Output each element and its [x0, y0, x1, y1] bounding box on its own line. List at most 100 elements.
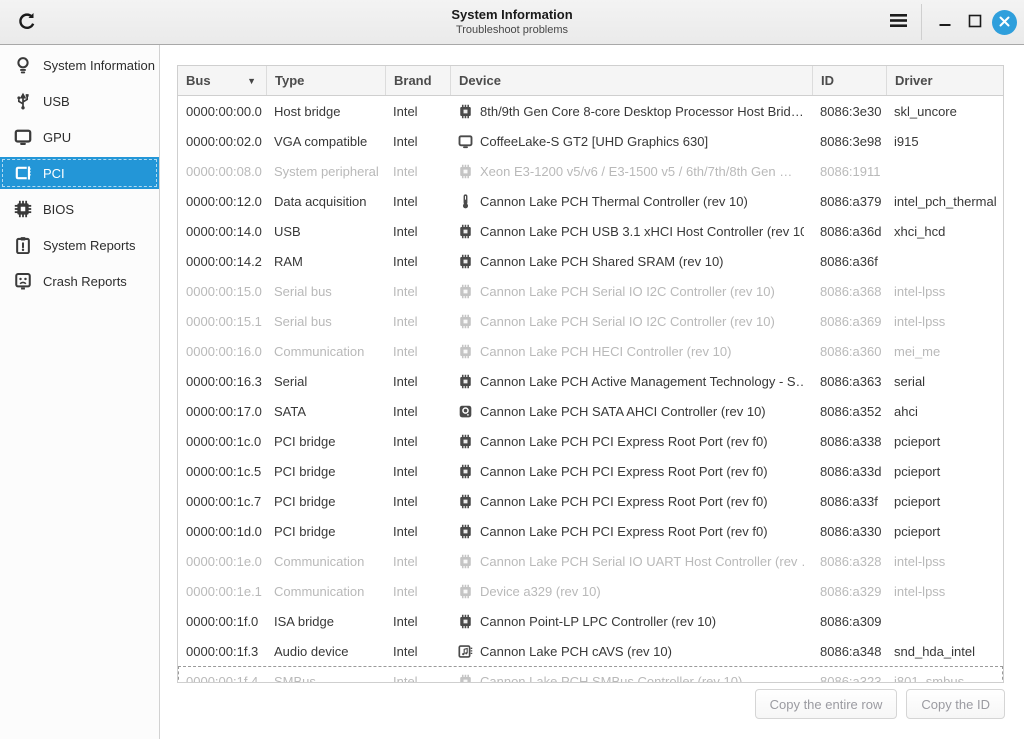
- chip-icon: [458, 434, 473, 449]
- column-header-brand[interactable]: Brand: [385, 66, 450, 95]
- main-panel: Bus▼TypeBrandDevice ID Driver 0000:00:00.0…: [160, 45, 1024, 739]
- sidebar-item-gpu[interactable]: GPU: [0, 121, 159, 153]
- cell-id: 8086:a369: [812, 314, 886, 329]
- table-row[interactable]: 0000:00:15.1Serial busIntelCannon Lake P…: [178, 306, 1003, 336]
- device-name: Cannon Lake PCH Thermal Controller (rev …: [480, 194, 748, 209]
- cell-id: 8086:a363: [812, 374, 886, 389]
- cell-type: Data acquisition: [266, 194, 385, 209]
- table-row[interactable]: 0000:00:1f.0ISA bridgeIntelCannon Point-…: [178, 606, 1003, 636]
- table-row[interactable]: 0000:00:16.0CommunicationIntelCannon Lak…: [178, 336, 1003, 366]
- cell-device: Cannon Lake PCH Active Management Techno…: [450, 374, 812, 389]
- cell-type: Host bridge: [266, 104, 385, 119]
- table-row[interactable]: 0000:00:1c.0PCI bridgeIntelCannon Lake P…: [178, 426, 1003, 456]
- cell-device: CoffeeLake-S GT2 [UHD Graphics 630]: [450, 134, 812, 149]
- sidebar-item-pci[interactable]: PCI: [0, 157, 159, 189]
- column-header-id[interactable]: ID: [812, 66, 886, 95]
- column-header-type[interactable]: Type: [266, 66, 385, 95]
- column-header-device[interactable]: Device: [450, 66, 812, 95]
- hamburger-menu-icon: [889, 13, 908, 31]
- table-row[interactable]: 0000:00:1c.7PCI bridgeIntelCannon Lake P…: [178, 486, 1003, 516]
- cell-brand: Intel: [385, 524, 450, 539]
- table-row[interactable]: 0000:00:16.3SerialIntelCannon Lake PCH A…: [178, 366, 1003, 396]
- chip-icon: [458, 314, 473, 329]
- cell-device: Cannon Lake PCH Shared SRAM (rev 10): [450, 254, 812, 269]
- table-row[interactable]: 0000:00:1c.5PCI bridgeIntelCannon Lake P…: [178, 456, 1003, 486]
- table-row[interactable]: 0000:00:1f.3Audio deviceIntelCannon Lake…: [178, 636, 1003, 666]
- audio-card-icon: [458, 644, 473, 659]
- chip-icon: [458, 164, 473, 179]
- minimize-button[interactable]: [932, 9, 958, 35]
- table-row[interactable]: 0000:00:1d.0PCI bridgeIntelCannon Lake P…: [178, 516, 1003, 546]
- cell-brand: Intel: [385, 464, 450, 479]
- sidebar-item-system-reports[interactable]: System Reports: [0, 229, 159, 261]
- device-name: Cannon Lake PCH SATA AHCI Controller (re…: [480, 404, 766, 419]
- device-name: Cannon Lake PCH Shared SRAM (rev 10): [480, 254, 724, 269]
- table-row[interactable]: 0000:00:1e.1CommunicationIntelDevice a32…: [178, 576, 1003, 606]
- cell-type: Communication: [266, 554, 385, 569]
- close-button[interactable]: [992, 10, 1017, 35]
- chip-icon: [458, 584, 473, 599]
- cell-type: VGA compatible: [266, 134, 385, 149]
- cell-brand: Intel: [385, 284, 450, 299]
- minimize-icon: [938, 14, 952, 31]
- sidebar-item-usb[interactable]: USB: [0, 85, 159, 117]
- window-title: System Information: [0, 6, 1024, 23]
- cell-device: Device a329 (rev 10): [450, 584, 812, 599]
- table-row[interactable]: 0000:00:08.0System peripheralIntelXeon E…: [178, 156, 1003, 186]
- cell-brand: Intel: [385, 584, 450, 599]
- chip-icon: [458, 374, 473, 389]
- cell-device: Cannon Lake PCH Serial IO I2C Controller…: [450, 284, 812, 299]
- cell-brand: Intel: [385, 254, 450, 269]
- sidebar-item-bios[interactable]: BIOS: [0, 193, 159, 225]
- table-row[interactable]: 0000:00:14.2RAMIntelCannon Lake PCH Shar…: [178, 246, 1003, 276]
- cell-device: Cannon Lake PCH PCI Express Root Port (r…: [450, 464, 812, 479]
- cell-type: SMBus: [266, 674, 385, 683]
- table-row[interactable]: 0000:00:15.0Serial busIntelCannon Lake P…: [178, 276, 1003, 306]
- table-row[interactable]: 0000:00:1f.4SMBusIntelCannon Lake PCH SM…: [178, 666, 1003, 682]
- sidebar-item-label: System Reports: [43, 238, 135, 253]
- column-header-driver[interactable]: Driver: [886, 66, 1003, 95]
- table-row[interactable]: 0000:00:00.0Host bridgeIntel8th/9th Gen …: [178, 96, 1003, 126]
- chip-icon: [458, 494, 473, 509]
- cell-id: 8086:a368: [812, 284, 886, 299]
- sidebar-item-crash-reports[interactable]: Crash Reports: [0, 265, 159, 297]
- chip-icon: [458, 254, 473, 269]
- cell-device: Cannon Lake PCH Thermal Controller (rev …: [450, 194, 812, 209]
- table-row[interactable]: 0000:00:14.0USBIntelCannon Lake PCH USB …: [178, 216, 1003, 246]
- cell-bus: 0000:00:15.0: [178, 284, 266, 299]
- pci-device-table: Bus▼TypeBrandDevice ID Driver 0000:00:00.0…: [177, 65, 1004, 683]
- cell-brand: Intel: [385, 104, 450, 119]
- cell-driver: mei_me: [886, 344, 1003, 359]
- table-row[interactable]: 0000:00:17.0SATAIntelCannon Lake PCH SAT…: [178, 396, 1003, 426]
- cell-type: Serial: [266, 374, 385, 389]
- cell-bus: 0000:00:16.0: [178, 344, 266, 359]
- menu-button[interactable]: [881, 7, 915, 37]
- cell-brand: Intel: [385, 434, 450, 449]
- cell-driver: skl_uncore: [886, 104, 1003, 119]
- refresh-button[interactable]: [14, 10, 40, 36]
- table-row[interactable]: 0000:00:12.0Data acquisitionIntelCannon …: [178, 186, 1003, 216]
- cell-type: PCI bridge: [266, 494, 385, 509]
- table-row[interactable]: 0000:00:1e.0CommunicationIntelCannon Lak…: [178, 546, 1003, 576]
- cell-bus: 0000:00:1d.0: [178, 524, 266, 539]
- copy-entire-row-button[interactable]: Copy the entire row: [755, 689, 898, 719]
- column-header-label: ID: [821, 73, 834, 88]
- cell-driver: pcieport: [886, 434, 1003, 449]
- column-header-bus[interactable]: Bus▼: [178, 66, 266, 95]
- cell-device: Cannon Point-LP LPC Controller (rev 10): [450, 614, 812, 629]
- table-row[interactable]: 0000:00:02.0VGA compatibleIntelCoffeeLak…: [178, 126, 1003, 156]
- device-name: Cannon Lake PCH Serial IO I2C Controller…: [480, 314, 775, 329]
- cell-brand: Intel: [385, 314, 450, 329]
- copy-id-button[interactable]: Copy the ID: [906, 689, 1005, 719]
- sidebar-item-system-information[interactable]: System Information: [0, 49, 159, 81]
- cell-brand: Intel: [385, 194, 450, 209]
- cell-bus: 0000:00:1c.5: [178, 464, 266, 479]
- content-area: System Information USB GPU PCI BIOS System Re…: [0, 45, 1024, 739]
- cell-id: 8086:a36d: [812, 224, 886, 239]
- sidebar-item-label: System Information: [43, 58, 155, 73]
- disk-icon: [458, 404, 473, 419]
- cell-bus: 0000:00:14.0: [178, 224, 266, 239]
- sort-descending-icon: ▼: [247, 76, 258, 86]
- cell-bus: 0000:00:1f.0: [178, 614, 266, 629]
- maximize-button[interactable]: [962, 9, 988, 35]
